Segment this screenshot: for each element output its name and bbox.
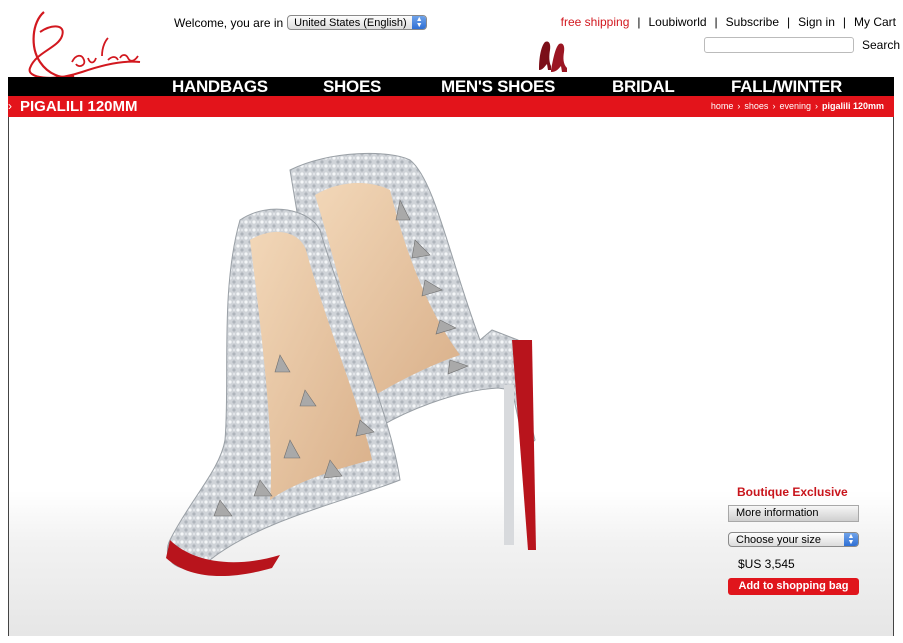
nav-bridal[interactable]: BRIDAL — [612, 77, 675, 96]
link-loubiworld[interactable]: Loubiworld — [649, 15, 707, 29]
link-sign-in[interactable]: Sign in — [798, 15, 835, 29]
size-select[interactable]: Choose your size ▲ ▼ — [728, 532, 859, 547]
red-heels-icon — [539, 41, 567, 72]
product-title: PIGALILI 120MM — [20, 98, 138, 115]
breadcrumb: home › shoes › evening › pigalili 120mm — [711, 101, 884, 111]
divider: | — [714, 15, 718, 29]
breadcrumb-separator-icon: › — [814, 101, 818, 111]
divider: | — [842, 15, 846, 29]
add-to-bag-button[interactable]: Add to shopping bag — [728, 578, 859, 595]
link-free-shipping[interactable]: free shipping — [561, 15, 630, 29]
product-price: $US 3,545 — [738, 557, 795, 571]
divider: | — [637, 15, 641, 29]
product-shoe-image — [166, 152, 536, 577]
nav-mens-shoes[interactable]: MEN'S SHOES — [441, 77, 555, 96]
breadcrumb-current: pigalili 120mm — [821, 101, 884, 111]
locale-select[interactable]: United States (English) ▲ ▼ — [287, 15, 428, 30]
nav-handbags[interactable]: HANDBAGS — [172, 77, 268, 96]
select-arrows-icon: ▲ ▼ — [844, 533, 858, 546]
link-subscribe[interactable]: Subscribe — [726, 15, 779, 29]
breadcrumb-evening[interactable]: evening — [779, 101, 811, 111]
link-my-cart[interactable]: My Cart — [854, 15, 896, 29]
size-select-value: Choose your size — [736, 533, 821, 546]
nav-shoes[interactable]: SHOES — [323, 77, 381, 96]
nav-fall-winter[interactable]: FALL/WINTER — [731, 77, 842, 96]
locale-value: United States (English) — [294, 16, 407, 29]
search-input[interactable] — [704, 37, 854, 53]
breadcrumb-separator-icon: › — [772, 101, 776, 111]
boutique-exclusive-label: Boutique Exclusive — [737, 485, 848, 499]
product-title-bar: › PIGALILI 120MM home › shoes › evening … — [8, 96, 894, 117]
breadcrumb-separator-icon: › — [737, 101, 741, 111]
divider: | — [787, 15, 791, 29]
main-nav: HANDBAGS SHOES MEN'S SHOES BRIDAL FALL/W… — [8, 77, 894, 96]
search-button[interactable]: Search — [862, 38, 900, 52]
more-information-button[interactable]: More information — [728, 505, 859, 522]
top-links: free shipping | Loubiworld | Subscribe |… — [561, 15, 896, 29]
locale-area: Welcome, you are in United States (Engli… — [174, 15, 428, 30]
welcome-text: Welcome, you are in — [174, 15, 284, 30]
breadcrumb-shoes[interactable]: shoes — [744, 101, 768, 111]
chevron-right-icon: › — [8, 99, 12, 113]
breadcrumb-home[interactable]: home — [711, 101, 734, 111]
select-arrows-icon: ▲ ▼ — [412, 16, 427, 29]
